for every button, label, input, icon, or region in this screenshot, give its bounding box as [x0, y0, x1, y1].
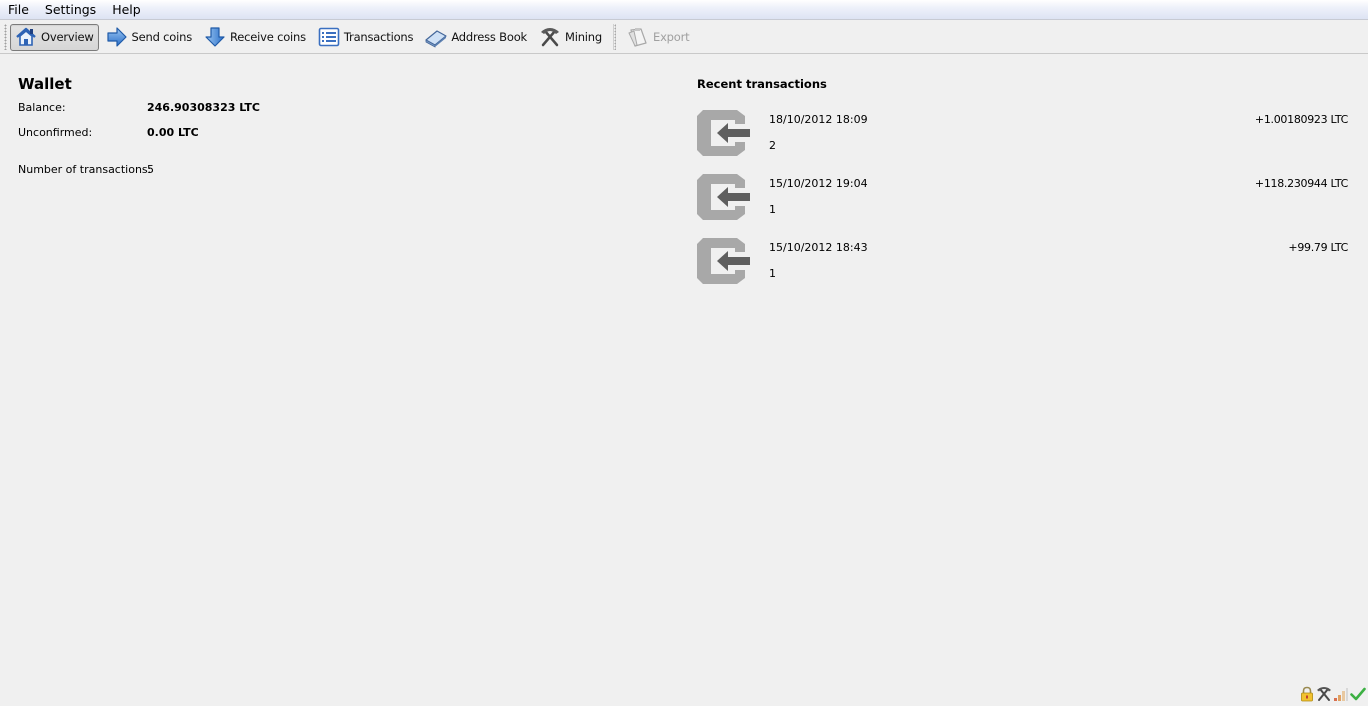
home-icon	[15, 26, 37, 48]
toolbar-grip[interactable]	[4, 24, 7, 50]
lock-icon[interactable]	[1299, 686, 1315, 702]
transaction-amount: +118.230944 LTC	[1254, 177, 1348, 190]
synced-check-icon[interactable]	[1350, 686, 1366, 702]
send-coins-label: Send coins	[131, 30, 193, 44]
incoming-transaction-icon	[697, 172, 751, 222]
transaction-item[interactable]: 15/10/2012 19:04 1 +118.230944 LTC	[697, 172, 1352, 228]
arrow-down-icon	[204, 26, 226, 48]
address-book-button[interactable]: Address Book	[420, 24, 532, 51]
arrow-right-icon	[106, 26, 128, 48]
export-icon	[627, 26, 649, 48]
export-button[interactable]: Export	[622, 24, 694, 51]
mining-status-icon[interactable]	[1316, 686, 1332, 702]
menu-settings[interactable]: Settings	[37, 0, 104, 20]
menu-help[interactable]: Help	[104, 0, 149, 20]
unconfirmed-label: Unconfirmed:	[18, 126, 93, 139]
receive-coins-button[interactable]: Receive coins	[199, 24, 311, 51]
balance-value: 246.90308323 LTC	[147, 101, 260, 114]
menu-file[interactable]: File	[0, 0, 37, 20]
incoming-transaction-icon	[697, 236, 751, 286]
receive-coins-label: Receive coins	[230, 30, 306, 44]
connections-icon[interactable]	[1333, 686, 1349, 702]
transaction-date: 15/10/2012 18:43	[769, 241, 868, 254]
list-icon	[318, 26, 340, 48]
transaction-item[interactable]: 18/10/2012 18:09 2 +1.00180923 LTC	[697, 108, 1352, 164]
pickaxe-icon	[539, 26, 561, 48]
unconfirmed-value: 0.00 LTC	[147, 126, 199, 139]
transactions-button[interactable]: Transactions	[313, 24, 418, 51]
transaction-amount: +1.00180923 LTC	[1254, 113, 1348, 126]
balance-label: Balance:	[18, 101, 66, 114]
num-transactions-value: 5	[147, 163, 154, 176]
wallet-title: Wallet	[18, 75, 72, 93]
overview-label: Overview	[41, 30, 94, 44]
recent-transactions-title: Recent transactions	[697, 77, 827, 91]
transaction-date: 18/10/2012 18:09	[769, 113, 868, 126]
address-book-label: Address Book	[451, 30, 527, 44]
transaction-date: 15/10/2012 19:04	[769, 177, 868, 190]
mining-button[interactable]: Mining	[534, 24, 607, 51]
transaction-confirmations: 2	[769, 139, 776, 152]
transaction-confirmations: 1	[769, 203, 776, 216]
export-label: Export	[653, 30, 690, 44]
menu-bar: File Settings Help	[0, 0, 1368, 20]
incoming-transaction-icon	[697, 108, 751, 158]
send-coins-button[interactable]: Send coins	[101, 24, 197, 51]
address-book-icon	[425, 26, 447, 48]
transaction-confirmations: 1	[769, 267, 776, 280]
toolbar-separator	[613, 24, 616, 50]
overview-button[interactable]: Overview	[10, 23, 99, 51]
transactions-label: Transactions	[343, 30, 414, 44]
transaction-amount: +99.79 LTC	[1288, 241, 1348, 254]
transaction-item[interactable]: 15/10/2012 18:43 1 +99.79 LTC	[697, 236, 1352, 292]
num-transactions-label: Number of transactions:	[18, 163, 152, 176]
toolbar: Overview Send coins Receive coins Transa…	[0, 21, 1368, 54]
status-bar	[1299, 686, 1366, 702]
mining-label: Mining	[565, 30, 602, 44]
